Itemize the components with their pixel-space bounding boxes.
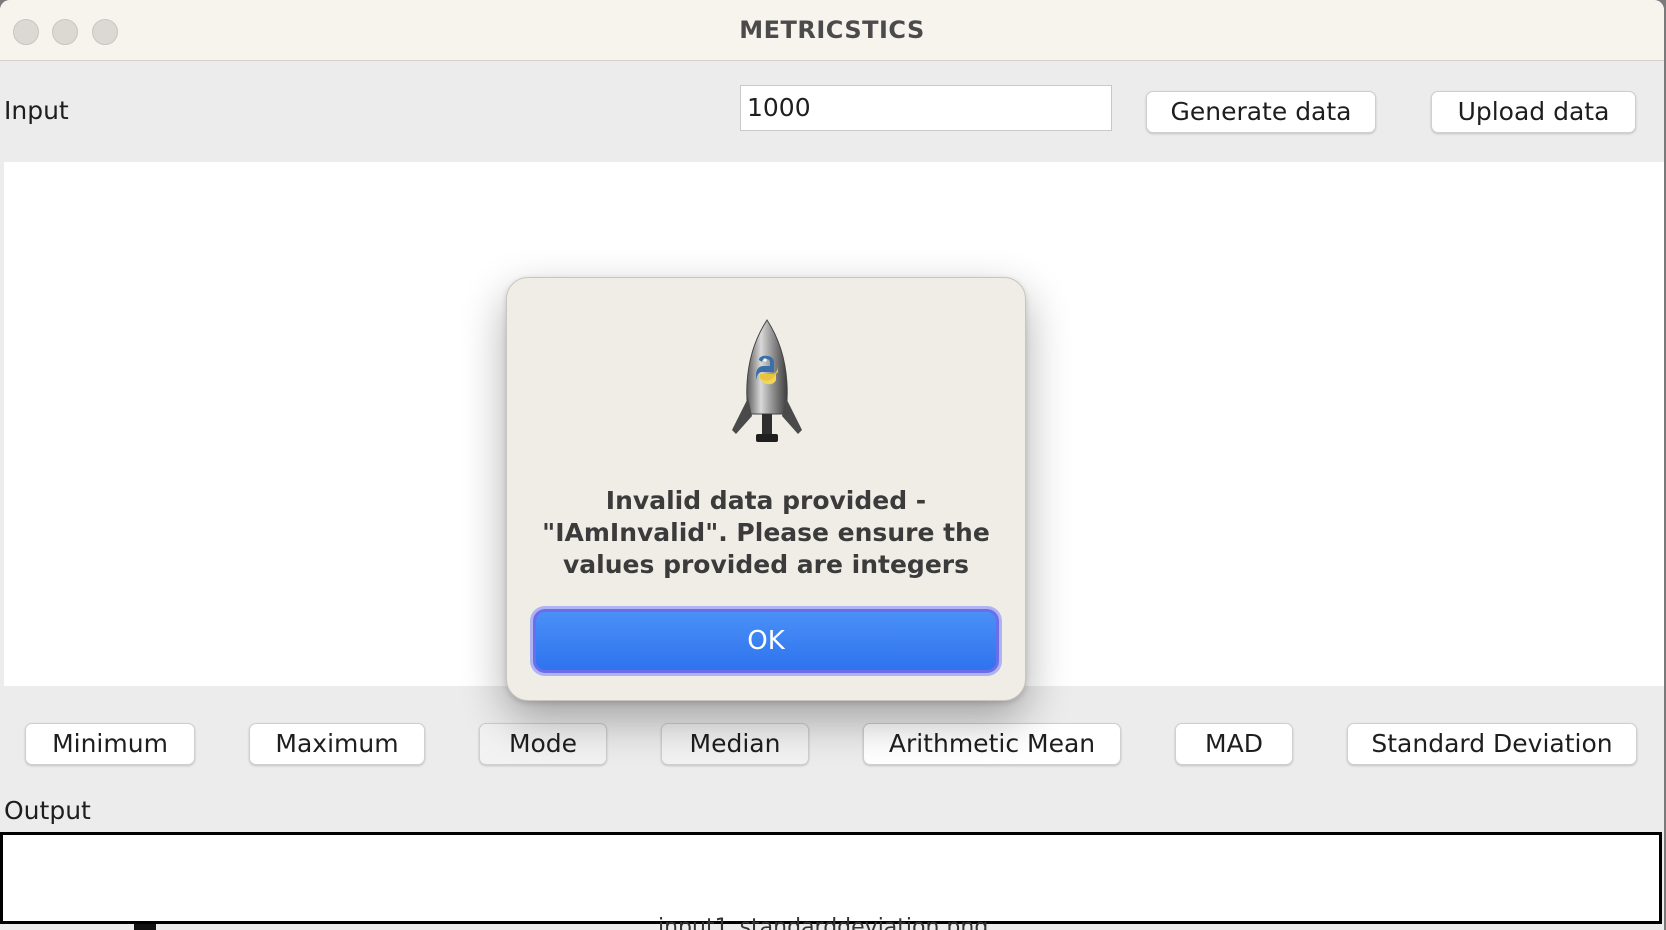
upload-data-button[interactable]: Upload data [1431,91,1636,133]
input-label: Input [4,96,69,125]
python-launcher-rocket-icon [732,319,802,442]
standard-deviation-button[interactable]: Standard Deviation [1347,723,1637,765]
minimum-button[interactable]: Minimum [25,723,195,765]
app-window: METRICSTICS Input 1000 Generate data Upl… [0,0,1664,930]
mad-button[interactable]: MAD [1175,723,1293,765]
background-window-mark [134,924,156,930]
output-field[interactable] [0,832,1662,924]
maximum-button[interactable]: Maximum [249,723,425,765]
window-title: METRICSTICS [739,16,925,44]
generate-data-button[interactable]: Generate data [1146,91,1376,133]
ok-button[interactable]: OK [533,609,999,673]
arithmetic-mean-button[interactable]: Arithmetic Mean [863,723,1121,765]
dialog-message-line: "IAmInvalid". Please ensure the [542,518,990,547]
output-label: Output [4,796,91,825]
title-bar: METRICSTICS [0,0,1664,61]
dialog-message-line: values provided are integers [563,550,969,579]
median-button[interactable]: Median [661,723,809,765]
dialog-message: Invalid data provided - "IAmInvalid". Pl… [527,485,1005,581]
mode-button[interactable]: Mode [479,723,607,765]
input-field[interactable]: 1000 [740,85,1112,131]
background-window-text: input1_standarddeviation.png [658,915,989,930]
error-dialog: Invalid data provided - "IAmInvalid". Pl… [506,277,1026,701]
dialog-message-line: Invalid data provided - [605,486,927,515]
